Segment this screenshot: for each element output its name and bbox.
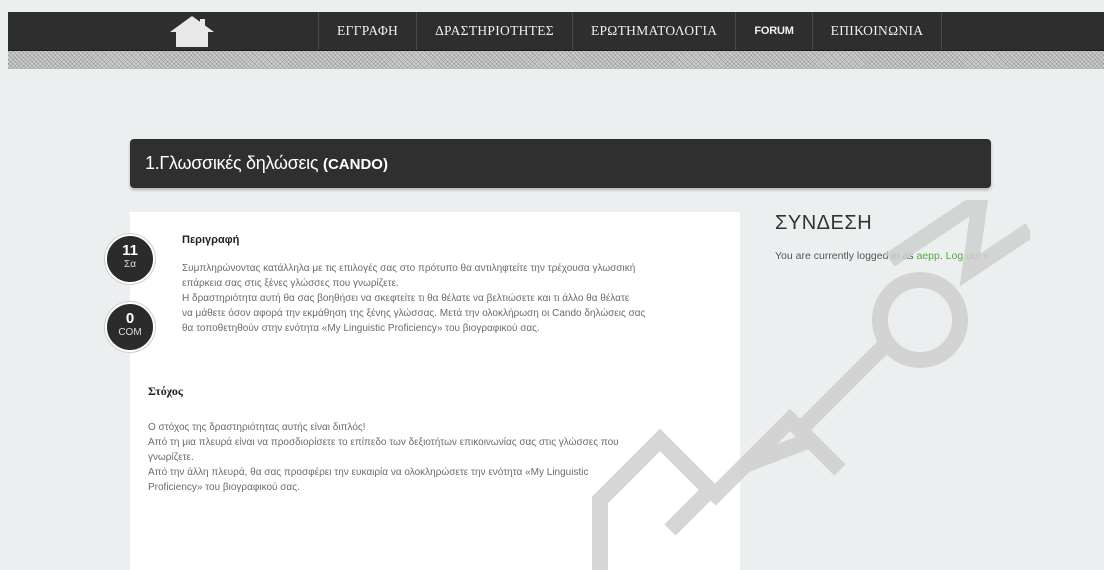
description-line: επάρκεια σας στις ξένες γλώσσες που γνωρ… (182, 278, 399, 289)
login-widget-title: ΣΥΝΔΕΣΗ (775, 212, 873, 234)
goal-heading: Στόχος (148, 384, 183, 398)
comments-badge[interactable]: 0 COM (105, 302, 155, 352)
pattern-strip (8, 51, 1104, 69)
nav-item-registration[interactable]: ΕΓΓΡΑΦΗ (318, 12, 416, 50)
home-icon[interactable] (166, 14, 218, 48)
description-line: Συμπληρώνοντας κατάλληλα με τις επιλογές… (182, 263, 636, 274)
login-status: You are currently logged in as aepp. Log… (775, 249, 997, 264)
nav-item-contact[interactable]: ΕΠΙΚΟΙΝΩΝΙΑ (811, 12, 943, 50)
date-day-label: Σα (124, 259, 136, 270)
date-badge: 11 Σα (105, 234, 155, 284)
logout-link[interactable]: Log out » (946, 250, 990, 262)
nav-item-forum[interactable]: FORUM (735, 12, 811, 50)
page-title: 1.Γλωσσικές δηλώσεις (CANDO) (145, 153, 388, 174)
description-line: θα τοποθετηθούν στην ενότητα «My Linguis… (182, 323, 540, 334)
description-line: να μάθετε όσον αφορά την εκμάθηση της ξέ… (182, 308, 646, 319)
date-day: 11 (122, 242, 138, 259)
goal-text: Ο στόχος της δραστηριότητας αυτής είναι … (148, 420, 718, 495)
username-link[interactable]: aepp (916, 250, 939, 262)
goal-line: Από την άλλη πλευρά, θα σας προσφέρει τη… (148, 467, 589, 478)
main-menu: ΕΓΓΡΑΦΗ ΔΡΑΣΤΗΡΙΟΤΗΤΕΣ ΕΡΩΤΗΜΑΤΟΛΟΓΙΑ FO… (318, 12, 943, 50)
comments-label: COM (118, 327, 142, 338)
page-title-bold: (CANDO) (322, 156, 388, 173)
goal-line: Από τη μια πλευρά είναι να προσδιορίσετε… (148, 437, 619, 448)
goal-line: Ο στόχος της δραστηριότητας αυτής είναι … (148, 422, 366, 433)
page-title-bar: 1.Γλωσσικές δηλώσεις (CANDO) (130, 139, 991, 188)
nav-item-questionnaires[interactable]: ΕΡΩΤΗΜΑΤΟΛΟΓΙΑ (571, 12, 735, 50)
goal-line: γνωρίζετε. (148, 452, 194, 463)
description-line: Η δραστηριότητα αυτή θα σας βοηθήσει να … (182, 293, 630, 304)
description-text: Συμπληρώνοντας κατάλληλα με τις επιλογές… (182, 261, 732, 336)
goal-line: Proficiency» του βιογραφικού σας. (148, 482, 300, 493)
description-heading: Περιγραφή (182, 234, 240, 246)
page-title-main: 1.Γλωσσικές δηλώσεις (145, 153, 323, 173)
login-status-prefix: You are currently logged in as (775, 250, 917, 262)
comments-count: 0 (125, 310, 135, 327)
top-navigation-bar: ΕΓΓΡΑΦΗ ΔΡΑΣΤΗΡΙΟΤΗΤΕΣ ΕΡΩΤΗΜΑΤΟΛΟΓΙΑ FO… (8, 12, 1104, 51)
nav-item-activities[interactable]: ΔΡΑΣΤΗΡΙΟΤΗΤΕΣ (416, 12, 572, 50)
